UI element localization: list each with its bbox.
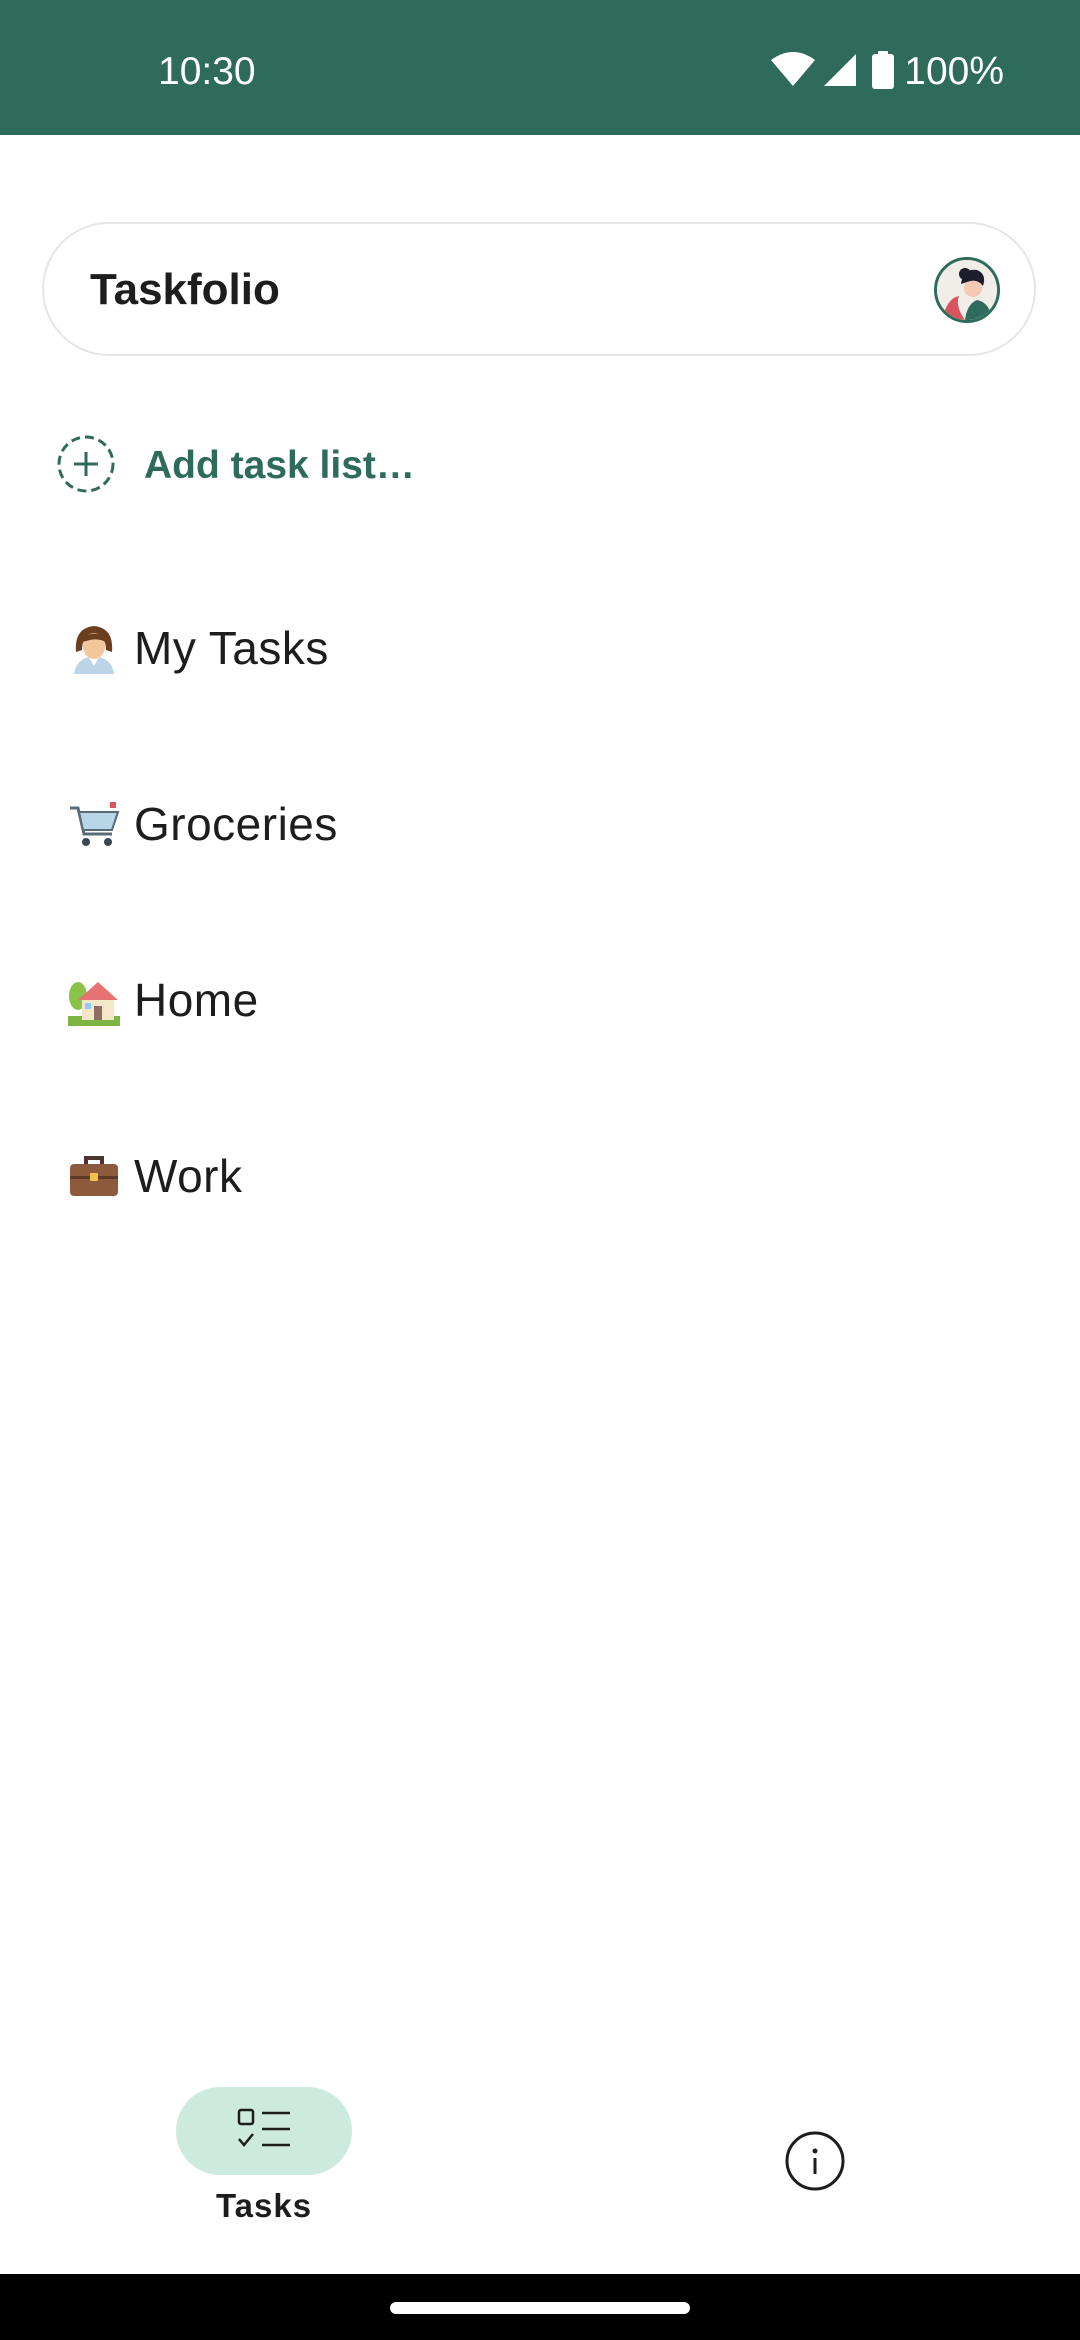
shopping-cart-icon (68, 798, 120, 850)
task-list-item-my-tasks[interactable]: My Tasks (0, 560, 1080, 736)
app-title: Taskfolio (90, 265, 280, 314)
wifi-icon (770, 51, 816, 93)
tasks-screen: 10:30 100% Taskfolio Add task list… My T… (0, 0, 1080, 2340)
status-icons: 100% (770, 50, 1004, 94)
add-task-list-label: Add task list… (144, 444, 415, 487)
add-task-list-button[interactable]: Add task list… (56, 434, 415, 499)
task-list-label: Work (134, 1150, 243, 1202)
task-list-label: My Tasks (134, 622, 329, 674)
office-worker-icon (68, 622, 120, 674)
add-circle-icon (56, 434, 116, 499)
app-title-bar[interactable]: Taskfolio (42, 222, 1036, 356)
house-icon (68, 974, 120, 1026)
bottom-navigation: Tasks (0, 2060, 1080, 2274)
battery-icon (872, 50, 895, 94)
task-list-label: Home (134, 974, 259, 1026)
avatar-icon[interactable] (934, 257, 1000, 323)
nav-tab-tasks[interactable]: Tasks (176, 2087, 352, 2225)
task-list-item-groceries[interactable]: Groceries (0, 736, 1080, 912)
gesture-bar (0, 2274, 1080, 2340)
task-list-item-work[interactable]: Work (0, 1088, 1080, 1264)
task-list-item-home[interactable]: Home (0, 912, 1080, 1088)
checklist-icon (236, 2107, 292, 2156)
status-bar: 10:30 100% (0, 0, 1080, 135)
status-time: 10:30 (158, 50, 256, 93)
task-list-label: Groceries (134, 798, 338, 850)
nav-tab-tasks-label: Tasks (215, 2187, 313, 2224)
signal-icon (822, 52, 858, 93)
briefcase-icon (68, 1150, 120, 1202)
task-lists: My Tasks Groceries Home Work (0, 560, 1080, 1264)
home-gesture-handle[interactable] (390, 2302, 690, 2314)
nav-tab-tasks-indicator[interactable] (176, 2087, 352, 2175)
battery-percent: 100% (904, 50, 1004, 93)
info-icon[interactable] (784, 2130, 846, 2192)
